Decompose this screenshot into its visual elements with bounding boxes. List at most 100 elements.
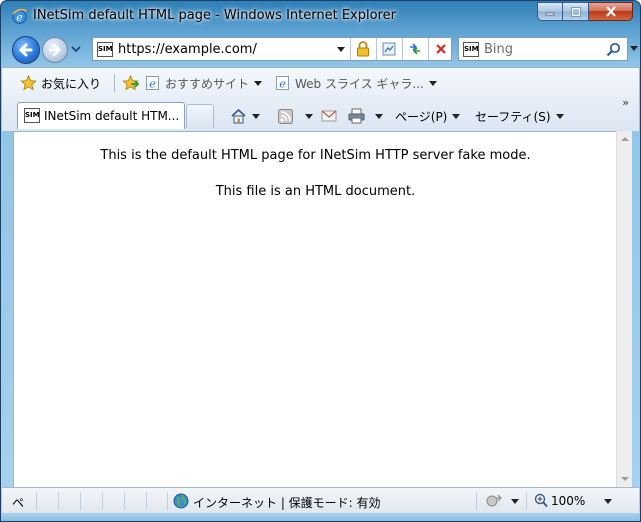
window-frame-right	[632, 131, 640, 487]
mail-icon	[321, 110, 337, 122]
refresh-icon	[410, 43, 420, 55]
window-title: INetSim default HTML page - Windows Inte…	[33, 8, 396, 23]
svg-text:e: e	[279, 78, 286, 91]
suggested-sites-button[interactable]: e おすすめサイト	[145, 73, 263, 93]
feeds-dropdown-icon[interactable]	[305, 113, 313, 119]
lock-icon	[357, 41, 369, 57]
minimize-icon	[545, 12, 555, 15]
compatibility-view-button[interactable]	[377, 38, 401, 60]
ie-page-icon: e	[146, 76, 159, 91]
back-button[interactable]	[12, 36, 40, 64]
safety-menu-dropdown-icon	[555, 113, 564, 119]
close-icon	[605, 6, 616, 17]
content-line-2: This file is an HTML document.	[215, 184, 416, 199]
window-frame-bottom	[1, 513, 640, 521]
read-mail-button[interactable]	[321, 106, 337, 126]
favorites-divider	[114, 74, 115, 92]
star-icon	[20, 75, 37, 91]
status-divider	[526, 492, 527, 510]
feeds-button[interactable]	[278, 106, 313, 126]
scroll-down-arrow-icon[interactable]	[621, 477, 629, 481]
zoom-level[interactable]: 100%	[551, 494, 585, 508]
svg-text:e: e	[16, 11, 23, 24]
web-slice-dropdown-icon	[428, 80, 437, 86]
favorites-bar: お気に入り e おすすめサイト e Web スライス ギャラ... »	[2, 68, 639, 109]
stop-button[interactable]	[429, 38, 453, 60]
site-favicon: SIM	[97, 42, 113, 57]
vertical-scrollbar[interactable]	[616, 131, 632, 487]
status-divider	[167, 492, 168, 510]
zoom-dropdown-icon[interactable]	[604, 499, 612, 504]
print-dropdown-icon[interactable]	[375, 113, 383, 119]
status-divider	[124, 492, 125, 510]
security-lock-button[interactable]	[351, 38, 375, 60]
forward-arrow-icon	[48, 43, 61, 57]
home-dropdown-icon[interactable]	[252, 113, 260, 119]
search-options-dropdown-icon[interactable]	[629, 45, 639, 52]
compatibility-view-icon	[382, 42, 396, 56]
web-slice-gallery-label: Web スライス ギャラ...	[295, 76, 424, 91]
svg-text:e: e	[149, 78, 156, 91]
search-button[interactable]	[605, 41, 623, 58]
caption-buttons	[537, 2, 633, 21]
status-divider	[58, 492, 59, 510]
address-bar[interactable]: SIM https://example.com/	[92, 37, 452, 61]
search-icon	[606, 42, 621, 57]
tab-active[interactable]: SIM INetSim default HTM...	[17, 102, 185, 129]
status-text: ペ	[12, 496, 25, 510]
search-input[interactable]: Bing	[484, 42, 513, 57]
suggested-sites-dropdown-icon	[254, 80, 263, 86]
add-favorite-star-icon	[122, 75, 139, 91]
close-button[interactable]	[589, 2, 633, 21]
web-slice-gallery-button[interactable]: e Web スライス ギャラ...	[275, 73, 437, 93]
page-content: This is the default HTML page for INetSi…	[13, 131, 616, 487]
security-zone-text[interactable]: インターネット | 保護モード: 有効	[193, 494, 381, 511]
globe-icon	[173, 493, 189, 509]
stop-icon	[436, 44, 446, 54]
favorites-button[interactable]: お気に入り	[20, 73, 101, 93]
url-input[interactable]: https://example.com/	[118, 42, 257, 57]
minimize-button[interactable]	[537, 2, 563, 21]
page-menu-button[interactable]: ページ(P)	[395, 106, 461, 126]
print-icon	[348, 108, 365, 124]
add-to-favorites-bar-button[interactable]	[122, 73, 139, 93]
protected-mode-icon[interactable]	[486, 494, 502, 508]
tab-title: INetSim default HTM...	[44, 109, 180, 123]
favorites-label: お気に入り	[41, 76, 102, 91]
home-icon	[231, 108, 246, 124]
suggested-sites-label: おすすめサイト	[165, 76, 250, 91]
command-area: お気に入り e おすすめサイト e Web スライス ギャラ... » SIM …	[2, 67, 639, 131]
status-divider	[146, 492, 147, 510]
back-arrow-icon	[18, 43, 33, 57]
browser-window: e INetSim default HTML page - Windows In…	[0, 0, 641, 522]
refresh-button[interactable]	[403, 38, 427, 60]
protected-mode-dropdown-icon[interactable]	[511, 499, 519, 504]
status-divider	[102, 492, 103, 510]
scroll-up-arrow-icon[interactable]	[621, 137, 629, 141]
status-bar: ペ インターネット | 保護モード: 有効 100%	[2, 487, 639, 513]
ie-logo-icon: e	[12, 8, 27, 24]
zoom-icon[interactable]	[534, 493, 548, 508]
new-tab-button[interactable]	[186, 104, 214, 128]
search-box[interactable]: SIM Bing	[458, 37, 628, 61]
tab-row: SIM INetSim default HTM... ページ(P) セーフティ(…	[2, 98, 639, 132]
status-divider	[36, 492, 37, 510]
recent-pages-dropdown-icon[interactable]	[71, 45, 81, 53]
ie-page-icon: e	[276, 76, 289, 91]
title-bar[interactable]: e INetSim default HTML page - Windows In…	[1, 1, 640, 31]
maximize-icon	[570, 6, 581, 17]
safety-menu-label: セーフティ(S)	[475, 109, 551, 124]
safety-menu-button[interactable]: セーフティ(S)	[475, 106, 564, 126]
tab-favicon: SIM	[24, 108, 40, 123]
forward-button[interactable]	[42, 37, 68, 63]
maximize-button[interactable]	[563, 2, 589, 21]
address-dropdown-icon[interactable]	[336, 46, 346, 53]
page-menu-label: ページ(P)	[395, 109, 448, 124]
content-line-1: This is the default HTML page for INetSi…	[100, 148, 531, 163]
page-menu-dropdown-icon	[452, 113, 461, 119]
rss-feed-icon	[278, 108, 293, 124]
navigation-bar: SIM https://example.com/ SIM Bing	[1, 32, 640, 66]
print-button[interactable]	[348, 106, 383, 126]
search-provider-favicon: SIM	[463, 42, 479, 57]
home-button[interactable]	[230, 106, 260, 126]
